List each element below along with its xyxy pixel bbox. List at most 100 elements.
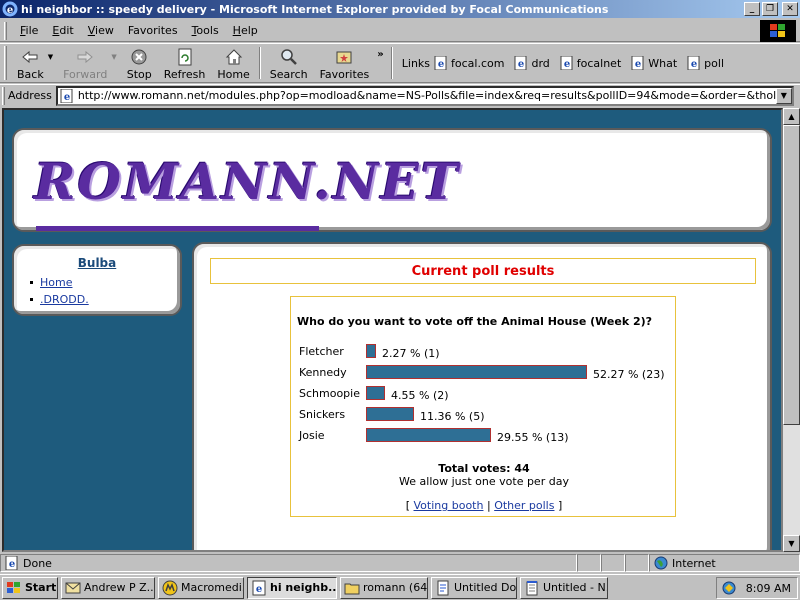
window-title: hi neighbor :: speedy delivery - Microso… bbox=[21, 2, 609, 16]
poll-results-header: Current poll results bbox=[210, 258, 756, 284]
forward-button[interactable]: Forward bbox=[57, 45, 113, 81]
svg-text:e: e bbox=[635, 59, 641, 70]
folder-icon bbox=[344, 583, 360, 594]
voting-booth-link[interactable]: Voting booth bbox=[414, 499, 484, 512]
menu-bar: File Edit View Favorites Tools Help bbox=[0, 20, 800, 42]
poll-result-bar bbox=[366, 407, 414, 421]
start-button[interactable]: Start bbox=[2, 576, 58, 599]
bracket-close: ] bbox=[557, 499, 563, 512]
poll-option-name: Snickers bbox=[299, 408, 346, 421]
scroll-thumb[interactable] bbox=[783, 125, 800, 425]
home-label: Home bbox=[217, 68, 250, 81]
site-logo[interactable]: ROMANN.NET bbox=[34, 152, 460, 211]
vote-policy-note: We allow just one vote per day bbox=[399, 475, 569, 488]
menu-help[interactable]: Help bbox=[226, 24, 265, 37]
forward-arrow-icon bbox=[75, 47, 95, 67]
refresh-button[interactable]: Refresh bbox=[158, 45, 212, 81]
status-cell-empty bbox=[577, 554, 601, 572]
menu-tools[interactable]: Tools bbox=[185, 24, 226, 37]
system-tray: 8:09 AM bbox=[716, 577, 798, 599]
restore-button[interactable]: ❐ bbox=[762, 2, 778, 16]
forward-dropdown-icon[interactable]: ▼ bbox=[111, 53, 116, 61]
sidebar-title[interactable]: Bulba bbox=[14, 256, 180, 270]
back-label: Back bbox=[17, 68, 44, 81]
task-ie-window[interactable]: e hi neighb... bbox=[247, 576, 337, 599]
back-dropdown-icon[interactable]: ▼ bbox=[48, 53, 53, 61]
status-text: Done bbox=[23, 556, 52, 570]
status-zone-cell: Internet bbox=[649, 554, 800, 572]
menu-help-key: H bbox=[232, 24, 241, 37]
menu-edit[interactable]: Edit bbox=[45, 24, 80, 37]
notepad-icon bbox=[526, 580, 538, 595]
poll-option-row: Fletcher 2.27 % (1) bbox=[299, 344, 669, 362]
back-arrow-icon bbox=[20, 47, 40, 67]
task-notepad[interactable]: Untitled - N... bbox=[520, 576, 608, 599]
svg-text:e: e bbox=[518, 59, 524, 70]
ie-page-icon: e bbox=[5, 556, 18, 570]
total-votes: Total votes: 44 bbox=[438, 462, 530, 475]
toolbar-grip bbox=[4, 46, 7, 80]
minimize-button[interactable]: _ bbox=[744, 2, 760, 16]
address-url: http://www.romann.net/modules.php?op=mod… bbox=[77, 89, 776, 102]
ie-icon: e bbox=[2, 1, 18, 17]
start-label: Start bbox=[25, 581, 57, 594]
menu-favorites-label: Favorites bbox=[127, 24, 178, 37]
address-input[interactable]: e http://www.romann.net/modules.php?op=m… bbox=[55, 85, 794, 106]
status-cell-empty bbox=[601, 554, 625, 572]
poll-option-row: Schmoopie 4.55 % (2) bbox=[299, 386, 669, 404]
status-zone: Internet bbox=[672, 556, 716, 570]
vertical-scrollbar[interactable]: ▲ ▼ bbox=[783, 108, 800, 552]
home-button[interactable]: Home bbox=[211, 45, 255, 81]
clock[interactable]: 8:09 AM bbox=[746, 582, 791, 595]
sidebar-item-drodd: .DRODD. bbox=[30, 293, 89, 306]
stop-button[interactable]: Stop bbox=[121, 45, 158, 81]
task-macromedia[interactable]: Macromedi... bbox=[158, 576, 244, 599]
stop-label: Stop bbox=[126, 68, 152, 81]
network-tray-icon[interactable] bbox=[721, 580, 737, 596]
svg-text:e: e bbox=[691, 59, 697, 70]
link-what[interactable]: e What bbox=[631, 56, 677, 70]
menu-view-rest: iew bbox=[95, 24, 114, 37]
site-header: ROMANN.NET bbox=[12, 128, 772, 232]
address-dropdown-icon[interactable]: ▼ bbox=[775, 87, 792, 104]
scroll-down-icon[interactable]: ▼ bbox=[783, 535, 800, 552]
svg-text:e: e bbox=[7, 5, 13, 16]
link-label: What bbox=[648, 56, 678, 70]
svg-text:e: e bbox=[64, 92, 70, 103]
task-untitled-doc[interactable]: Untitled Do... bbox=[431, 576, 517, 599]
scroll-up-icon[interactable]: ▲ bbox=[783, 108, 800, 125]
bracket-open: [ bbox=[405, 499, 411, 512]
status-text-cell: e Done bbox=[0, 554, 577, 572]
toolbar-overflow-chevron-icon[interactable]: » bbox=[377, 49, 383, 60]
task-label: romann (64... bbox=[363, 581, 428, 594]
stop-icon bbox=[129, 47, 149, 67]
taskbar: Start Andrew P Z... Macromedi... e hi nei… bbox=[0, 574, 800, 600]
link-poll[interactable]: e poll bbox=[687, 56, 724, 70]
poll-option-percent: 29.55 % (13) bbox=[497, 431, 569, 444]
close-button[interactable]: ✕ bbox=[782, 2, 798, 16]
task-romann[interactable]: romann (64... bbox=[340, 576, 428, 599]
ie-page-icon: e bbox=[60, 88, 73, 103]
ie-page-icon: e bbox=[514, 56, 527, 70]
title-bar: e hi neighbor :: speedy delivery - Micro… bbox=[0, 0, 800, 18]
svg-text:e: e bbox=[438, 59, 444, 70]
task-label: hi neighb... bbox=[270, 581, 337, 594]
link-drd[interactable]: e drd bbox=[514, 56, 550, 70]
menu-favorites[interactable]: Favorites bbox=[121, 24, 185, 37]
back-button[interactable]: Back bbox=[11, 45, 50, 81]
poll-result-bar bbox=[366, 365, 587, 379]
search-button[interactable]: Search bbox=[264, 45, 314, 81]
main-content: Current poll results Who do you want to … bbox=[192, 242, 772, 550]
poll-option-percent: 52.27 % (23) bbox=[593, 368, 665, 381]
menu-view[interactable]: View bbox=[81, 24, 121, 37]
sidebar-link-home[interactable]: Home bbox=[40, 276, 72, 289]
link-focalnet[interactable]: e focalnet bbox=[560, 56, 621, 70]
menu-file[interactable]: File bbox=[13, 24, 45, 37]
favorites-button[interactable]: Favorites bbox=[314, 45, 376, 81]
task-outlook[interactable]: Andrew P Z... bbox=[61, 576, 155, 599]
link-focal-com[interactable]: e focal.com bbox=[434, 56, 504, 70]
other-polls-link[interactable]: Other polls bbox=[494, 499, 554, 512]
sidebar-link-drodd[interactable]: .DRODD. bbox=[40, 293, 89, 306]
poll-option-percent: 2.27 % (1) bbox=[382, 347, 440, 360]
address-grip bbox=[2, 86, 5, 105]
